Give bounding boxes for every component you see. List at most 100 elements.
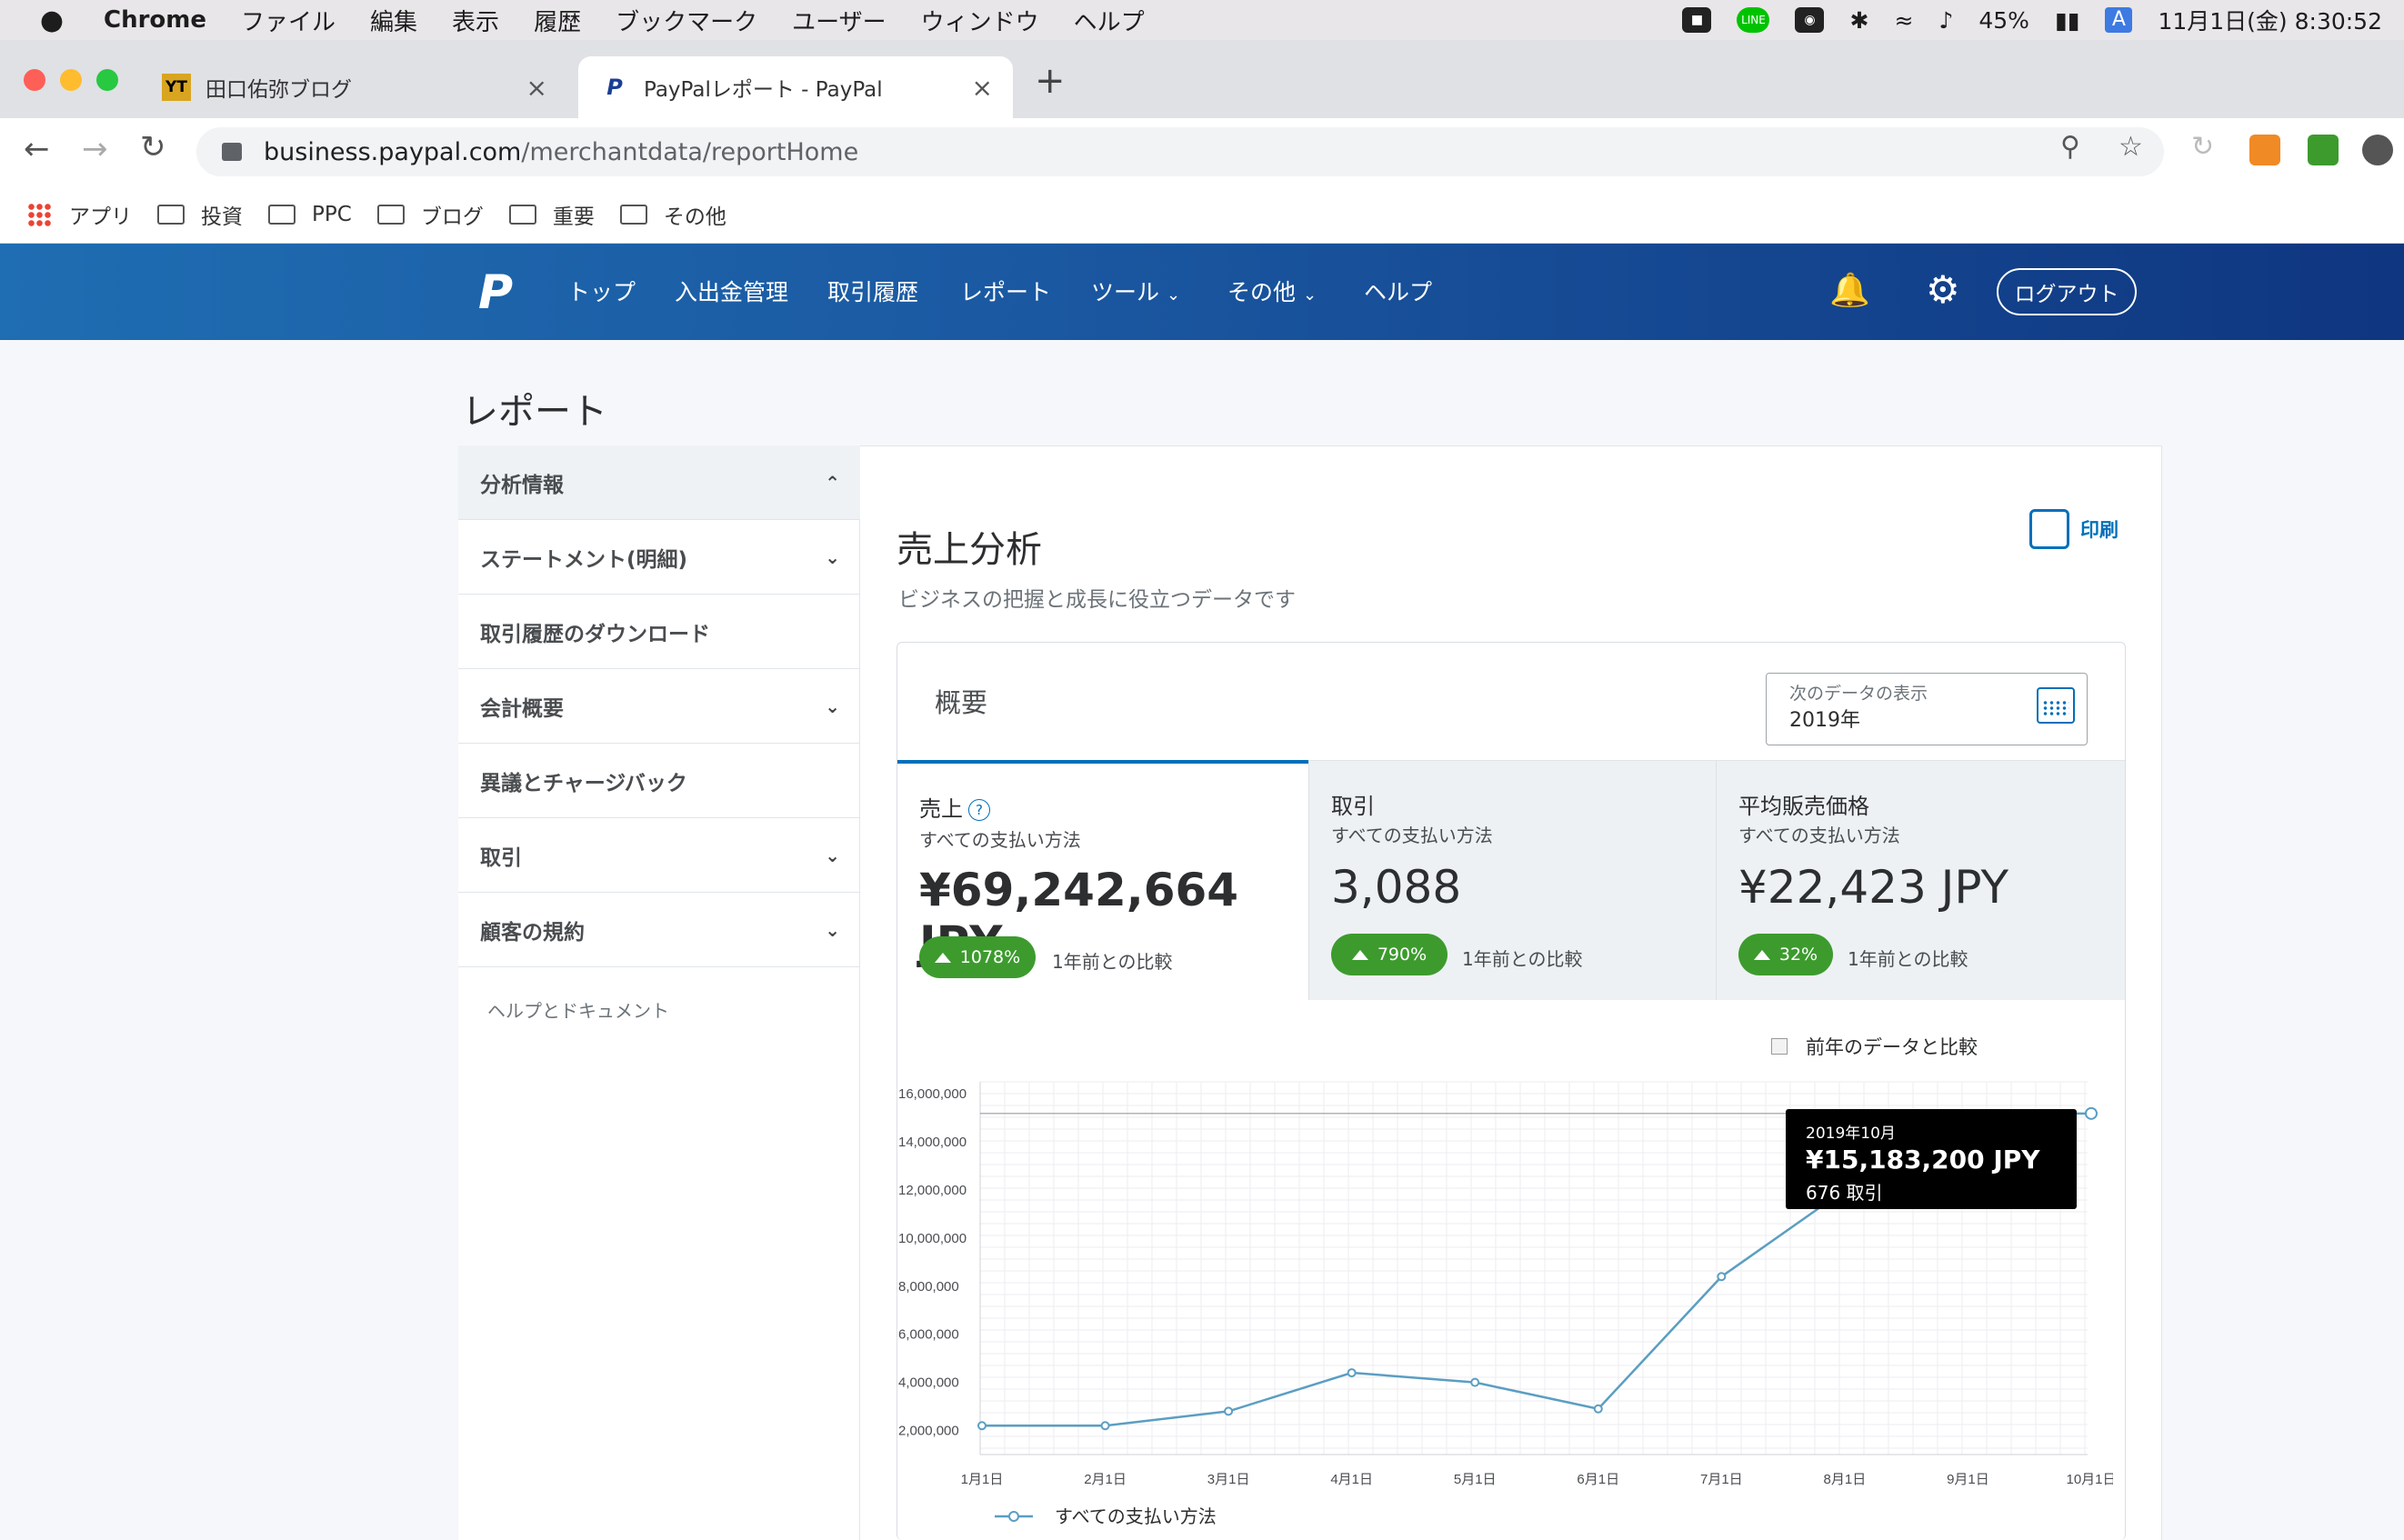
bookmark-folder-other[interactable]: その他 xyxy=(619,199,726,230)
menu-view[interactable]: 表示 xyxy=(452,4,499,37)
zoom-lens-icon[interactable]: ⚲ xyxy=(2060,131,2080,163)
compare-checkbox[interactable] xyxy=(1771,1038,1788,1055)
section-subtitle: ビジネスの把握と成長に役立つデータです xyxy=(898,588,1296,612)
help-docs-link[interactable]: ヘルプとドキュメント xyxy=(487,996,669,1023)
close-tab-icon[interactable]: × xyxy=(526,73,547,103)
date-picker-value: 2019年 xyxy=(1789,709,1860,732)
tooltip-month: 2019年10月 xyxy=(1806,1125,1896,1143)
sidebar-item-customer-terms[interactable]: 顧客の規約 ⌄ xyxy=(458,893,860,967)
battery-percent[interactable]: 45% xyxy=(1978,7,2029,34)
app-menu-chrome[interactable]: Chrome xyxy=(104,6,206,34)
bookmark-folder-ppc[interactable]: PPC xyxy=(268,203,352,226)
new-tab-icon[interactable]: + xyxy=(1035,60,1066,102)
x-tick-label: 8月1日 xyxy=(1824,1472,1867,1487)
bookmark-folder-important[interactable]: 重要 xyxy=(508,199,595,230)
input-mode-icon[interactable]: A xyxy=(2105,7,2133,33)
zoom-icon[interactable]: ■ xyxy=(1682,7,1712,33)
metric-transactions[interactable]: 取引 すべての支払い方法 3,088 790% 1年前との比較 xyxy=(1308,760,1716,1000)
nav-tools[interactable]: ツール ⌄ xyxy=(1091,275,1180,307)
change-badge: 32% xyxy=(1738,934,1833,975)
menu-file[interactable]: ファイル xyxy=(241,4,336,37)
apps-grid-icon xyxy=(27,202,51,226)
gear-icon[interactable]: ⚙ xyxy=(1926,267,1960,312)
y-tick-label: 14,000,000 xyxy=(898,1135,967,1150)
chevron-down-icon: ⌄ xyxy=(1302,285,1317,305)
apple-icon[interactable]: ● xyxy=(36,5,67,36)
robot-icon[interactable]: ◉ xyxy=(1795,7,1825,33)
nav-transaction-history[interactable]: 取引履歴 xyxy=(827,275,918,307)
wifi-icon[interactable]: ≈ xyxy=(1894,7,1913,34)
metric-sales[interactable]: 売上? すべての支払い方法 ¥69,242,664 JPY 1078% 1年前と… xyxy=(897,760,1308,1000)
metric-average-price[interactable]: 平均販売価格 すべての支払い方法 ¥22,423 JPY 32% 1年前との比較 xyxy=(1716,760,2125,1000)
battery-icon[interactable]: ▮▮ xyxy=(2055,7,2080,34)
clock[interactable]: 11月1日(金) 8:30:52 xyxy=(2158,4,2382,36)
sidebar-item-accounting[interactable]: 会計概要 ⌄ xyxy=(458,669,860,744)
forward-icon[interactable]: → xyxy=(82,131,108,167)
y-tick-label: 16,000,000 xyxy=(898,1086,967,1102)
x-tick-label: 2月1日 xyxy=(1084,1472,1127,1487)
bookmarks-bar: アプリ 投資 PPC ブログ 重要 その他 xyxy=(0,185,2404,244)
back-icon[interactable]: ← xyxy=(24,131,50,167)
metric-value: 3,088 xyxy=(1331,861,1462,914)
metric-value: ¥22,423 JPY xyxy=(1738,861,2008,914)
x-tick-label: 1月1日 xyxy=(961,1472,1004,1487)
reload-icon[interactable]: ↻ xyxy=(140,129,166,165)
help-question-icon[interactable]: ? xyxy=(968,799,990,821)
y-tick-label: 12,000,000 xyxy=(898,1183,967,1198)
print-button[interactable]: 印刷 xyxy=(2029,509,2119,549)
chart-tooltip: 2019年10月 ¥15,183,200 JPY 676 取引 xyxy=(1786,1109,2077,1209)
menu-history[interactable]: 履歴 xyxy=(534,4,581,37)
paypal-logo-icon[interactable]: P xyxy=(478,265,513,320)
calendar-icon[interactable] xyxy=(2037,687,2075,724)
bookmark-star-icon[interactable]: ☆ xyxy=(2119,131,2143,163)
bookmark-apps[interactable]: アプリ xyxy=(27,199,132,230)
nav-other[interactable]: その他 ⌄ xyxy=(1227,275,1317,307)
maximize-window-button[interactable] xyxy=(96,69,118,91)
change-badge: 1078% xyxy=(919,936,1036,978)
tab-blog[interactable]: YT 田口佑弥ブログ × xyxy=(140,56,567,118)
x-tick-label: 3月1日 xyxy=(1207,1472,1250,1487)
nav-money-management[interactable]: 入出金管理 xyxy=(675,275,788,307)
sidebar-item-label: 異議とチャージバック xyxy=(480,771,687,795)
nav-reports[interactable]: レポート xyxy=(960,275,1051,307)
x-tick-label: 5月1日 xyxy=(1454,1472,1497,1487)
menu-window[interactable]: ウィンドウ xyxy=(921,4,1039,37)
volume-icon[interactable]: ♪ xyxy=(1938,7,1953,34)
data-point xyxy=(2085,1106,2098,1120)
menu-bookmarks[interactable]: ブックマーク xyxy=(616,4,757,37)
minimize-window-button[interactable] xyxy=(60,69,82,91)
section-title: 売上分析 xyxy=(896,529,1042,571)
nav-top[interactable]: トップ xyxy=(567,275,636,307)
close-tab-icon[interactable]: × xyxy=(972,73,993,103)
sidebar-item-disputes[interactable]: 異議とチャージバック xyxy=(458,744,860,818)
bookmark-folder-invest[interactable]: 投資 xyxy=(157,199,243,230)
menu-user[interactable]: ユーザー xyxy=(792,4,886,37)
sync-icon[interactable]: ↻ xyxy=(2191,131,2214,163)
data-point xyxy=(1470,1377,1480,1387)
menu-edit[interactable]: 編集 xyxy=(370,4,417,37)
sidebar-item-analytics[interactable]: 分析情報 ⌃ xyxy=(458,445,860,520)
tab-paypal-report[interactable]: P PayPalレポート - PayPal × xyxy=(578,56,1013,118)
compare-text: 1年前との比較 xyxy=(1052,951,1173,973)
y-tick-label: 8,000,000 xyxy=(898,1279,959,1295)
close-window-button[interactable] xyxy=(24,69,45,91)
compare-prev-year-toggle[interactable]: 前年のデータと比較 xyxy=(1771,1033,1978,1060)
data-point xyxy=(1717,1272,1727,1282)
menu-help[interactable]: ヘルプ xyxy=(1074,4,1145,37)
sidebar-item-history-download[interactable]: 取引履歴のダウンロード xyxy=(458,595,860,669)
bookmark-folder-blog[interactable]: ブログ xyxy=(376,199,484,230)
line-icon[interactable]: LINE xyxy=(1737,7,1770,33)
bell-icon[interactable]: 🔔 xyxy=(1829,271,1870,309)
address-bar[interactable]: business.paypal.com /merchantdata/report… xyxy=(196,127,2164,176)
analytics-extension-icon[interactable] xyxy=(2249,135,2280,165)
macos-menubar: ● Chrome ファイル 編集 表示 履歴 ブックマーク ユーザー ウィンドウ… xyxy=(0,0,2404,40)
line-extension-icon[interactable] xyxy=(2362,135,2393,165)
legend-swatch-marker xyxy=(1008,1511,1019,1522)
sidebar-item-statements[interactable]: ステートメント(明細) ⌄ xyxy=(458,520,860,595)
metric-sub: すべての支払い方法 xyxy=(1738,825,1900,846)
logout-button[interactable]: ログアウト xyxy=(1997,268,2137,315)
nav-help[interactable]: ヘルプ xyxy=(1364,275,1432,307)
sidebar-item-transactions[interactable]: 取引 ⌄ xyxy=(458,818,860,893)
robot-extension-icon[interactable] xyxy=(2308,135,2339,165)
bluetooth-icon[interactable]: ✱ xyxy=(1849,7,1868,34)
